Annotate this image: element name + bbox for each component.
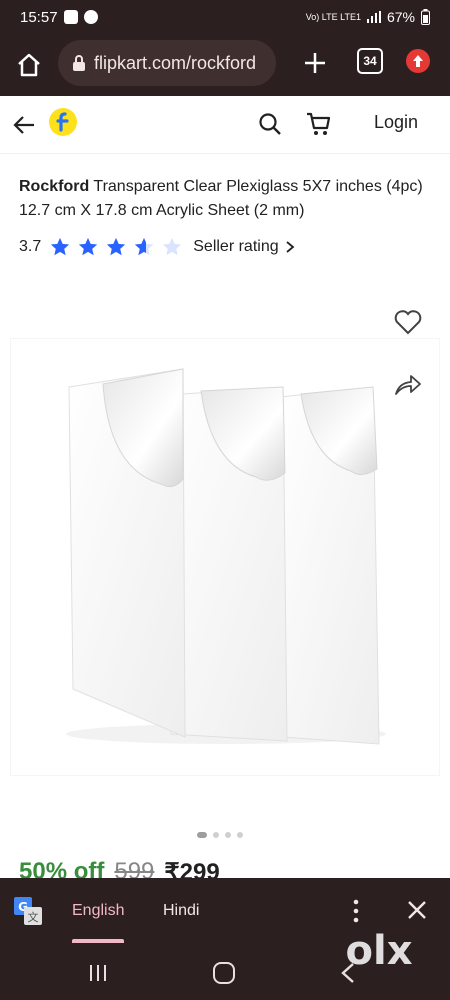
carousel-dot[interactable]	[237, 832, 243, 838]
plus-icon[interactable]	[300, 48, 330, 78]
tabs-count: 34	[363, 54, 377, 68]
login-button[interactable]: Login	[374, 112, 418, 133]
status-time: 15:57	[20, 8, 58, 26]
product-title: Rockford Transparent Clear Plexiglass 5X…	[19, 175, 439, 223]
carousel-dot[interactable]	[225, 832, 231, 838]
recent-apps-icon[interactable]	[88, 964, 108, 982]
selected-tab-indicator	[72, 939, 124, 943]
language-english-tab[interactable]: English	[72, 902, 124, 920]
search-icon[interactable]	[257, 111, 283, 137]
network-label: Vo) LTE LTE1	[305, 11, 361, 22]
star-empty-icon	[163, 237, 182, 256]
signal-icon	[366, 11, 381, 23]
browser-toolbar: flipkart.com/rockford 34	[0, 34, 450, 96]
update-icon[interactable]	[405, 48, 431, 74]
chevron-right-icon[interactable]	[285, 240, 295, 254]
home-nav-icon[interactable]	[213, 962, 235, 984]
url-bar[interactable]: flipkart.com/rockford	[58, 40, 276, 86]
status-bar: 15:57 Vo) LTE LTE1 67%	[0, 0, 450, 34]
battery-label: 67%	[386, 9, 415, 25]
carousel-dot-active[interactable]	[197, 832, 207, 838]
share-icon[interactable]	[393, 372, 423, 398]
wishlist-heart-icon[interactable]	[393, 308, 423, 336]
gallery-notification-icon	[63, 10, 78, 24]
olx-watermark: olx	[346, 928, 413, 974]
youtube-notification-icon	[83, 10, 98, 24]
rating-value: 3.7	[19, 238, 42, 255]
page-header: Login	[0, 96, 450, 154]
product-brand[interactable]: Rockford	[19, 178, 89, 195]
star-icon	[79, 237, 98, 256]
carousel-dot[interactable]	[213, 832, 219, 838]
close-icon[interactable]	[405, 898, 429, 922]
rating-row: 3.7 Seller rating	[19, 236, 295, 258]
cart-icon[interactable]	[305, 111, 333, 137]
svg-text:olx: olx	[346, 928, 413, 974]
acrylic-sheets-image	[66, 368, 386, 745]
back-arrow-icon[interactable]	[12, 112, 38, 138]
more-vert-icon[interactable]	[350, 898, 362, 924]
flipkart-logo[interactable]	[49, 108, 77, 136]
google-translate-icon: G 文	[14, 897, 42, 925]
star-half-icon	[135, 237, 154, 256]
svg-text:文: 文	[28, 910, 39, 924]
seller-rating-link[interactable]: Seller rating	[193, 238, 278, 256]
url-text: flipkart.com/rockford	[94, 52, 257, 73]
tabs-button[interactable]: 34	[357, 48, 383, 74]
product-image[interactable]	[10, 338, 440, 776]
image-carousel-dots	[197, 832, 243, 838]
star-rating	[49, 236, 183, 258]
star-icon	[107, 237, 126, 256]
language-hindi-tab[interactable]: Hindi	[163, 902, 199, 920]
battery-icon	[421, 9, 430, 25]
lock-icon	[73, 55, 85, 71]
home-icon[interactable]	[14, 50, 44, 80]
star-icon	[51, 237, 70, 256]
